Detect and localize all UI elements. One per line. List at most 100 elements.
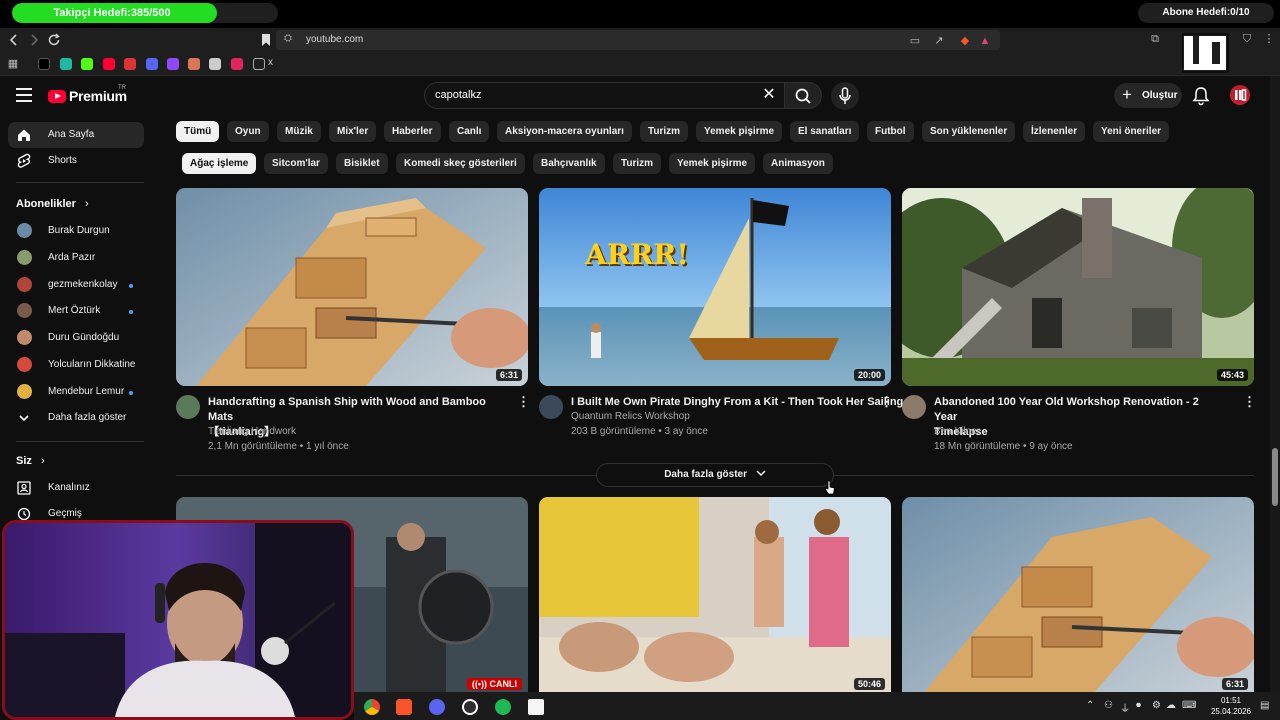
filter-chip[interactable]: Mix'ler: [329, 121, 377, 142]
filter-chip[interactable]: Komedi skeç gösterileri: [396, 153, 525, 174]
system-clock[interactable]: 01:51 25.04.2026: [1204, 695, 1258, 717]
tray-app-icon[interactable]: ⚙: [1152, 700, 1161, 711]
site-info-icon[interactable]: ⛭: [284, 33, 292, 44]
chatgpt-bookmark-icon[interactable]: [209, 58, 221, 70]
clear-search-icon[interactable]: ✕: [759, 85, 779, 105]
bookmark-icon[interactable]: [258, 32, 274, 48]
channel-avatar[interactable]: [539, 395, 563, 419]
video-thumbnail[interactable]: ARRR! 20:00: [539, 188, 891, 386]
channel-name[interactable]: Tianliang Handwork: [208, 424, 296, 439]
keyboard-tray-icon[interactable]: ⌨: [1182, 700, 1196, 711]
create-button[interactable]: + Oluştur: [1114, 83, 1182, 108]
show-more-button[interactable]: Daha fazla göster: [596, 463, 834, 487]
notepad-taskbar-icon[interactable]: [528, 699, 544, 715]
account-avatar[interactable]: [1230, 85, 1250, 105]
spotify-taskbar-icon[interactable]: [495, 699, 511, 715]
bookmark-icon-10[interactable]: [231, 58, 243, 70]
filter-chip[interactable]: Yemek pişirme: [696, 121, 783, 142]
discord-bookmark-icon[interactable]: [146, 58, 158, 70]
channel-name[interactable]: Quantum Relics Workshop: [571, 409, 690, 424]
forward-icon[interactable]: [26, 32, 42, 48]
filter-chip[interactable]: Turizm: [613, 153, 662, 174]
x-bookmark-icon[interactable]: [38, 58, 50, 70]
youtube-bookmark-icon[interactable]: [103, 58, 115, 70]
bookmark-icon-2[interactable]: [60, 58, 72, 70]
video-thumbnail[interactable]: 6:31: [176, 188, 528, 386]
tab-search-icon[interactable]: ⧉: [1148, 32, 1162, 46]
subscription-item[interactable]: Mert Öztürk: [8, 298, 144, 324]
kick-bookmark-icon[interactable]: [81, 58, 93, 70]
menu-icon[interactable]: ⋮: [1262, 32, 1276, 46]
search-button[interactable]: [784, 82, 822, 109]
brave-taskbar-icon[interactable]: [396, 699, 412, 715]
video-thumbnail[interactable]: 45:43: [902, 188, 1254, 386]
twitch-bookmark-icon[interactable]: [167, 58, 179, 70]
claude-bookmark-icon[interactable]: [188, 58, 200, 70]
video-thumbnail[interactable]: 50:46: [539, 497, 891, 695]
microphone-tray-icon[interactable]: ⏺: [1136, 700, 1141, 711]
notifications-bell-icon[interactable]: [1192, 86, 1210, 106]
bookmark-label[interactable]: x: [268, 57, 273, 68]
chrome-taskbar-icon[interactable]: [364, 699, 380, 715]
filter-chip[interactable]: Bisiklet: [336, 153, 388, 174]
page-scrollbar[interactable]: [1270, 76, 1280, 692]
channel-name[interactable]: Ben Kilner: [934, 424, 980, 439]
subscription-item[interactable]: Yolcuların Dikkatine: [8, 352, 144, 378]
video-title[interactable]: I Built Me Own Pirate Dinghy From a Kit …: [571, 395, 903, 410]
channel-avatar[interactable]: [902, 395, 926, 419]
folder-bookmark-icon[interactable]: [253, 58, 265, 70]
tray-app-icon[interactable]: ⏚: [1120, 700, 1130, 715]
video-options-icon[interactable]: ⋮: [517, 394, 530, 410]
reload-icon[interactable]: [46, 32, 62, 48]
subscriptions-heading[interactable]: Abonelikler ›: [16, 198, 89, 210]
address-bar[interactable]: ⛭ youtube.com ▭ ↗ ◆ ▲: [276, 30, 1000, 50]
video-options-icon[interactable]: ⋮: [1243, 394, 1256, 410]
video-options-icon[interactable]: ⋮: [880, 394, 893, 410]
obs-taskbar-icon[interactable]: [462, 699, 478, 715]
filter-chip[interactable]: Futbol: [867, 121, 914, 142]
sidebar-item-home[interactable]: Ana Sayfa: [8, 122, 144, 148]
filter-chip[interactable]: Oyun: [227, 121, 269, 142]
filter-chip[interactable]: Turizm: [640, 121, 689, 142]
video-thumbnail[interactable]: 6:31: [902, 497, 1254, 695]
voice-search-button[interactable]: [831, 82, 859, 110]
apps-grid-icon[interactable]: ▦: [6, 57, 20, 71]
discord-taskbar-icon[interactable]: [429, 699, 445, 715]
rewards-icon[interactable]: ▲: [978, 34, 992, 48]
filter-chip[interactable]: Yemek pişirme: [669, 153, 756, 174]
filter-chip[interactable]: Sitcom'lar: [264, 153, 328, 174]
filter-chip[interactable]: Animasyon: [763, 153, 833, 174]
share-icon[interactable]: ↗: [932, 34, 946, 48]
channel-avatar[interactable]: [176, 395, 200, 419]
scrollbar-thumb[interactable]: [1272, 448, 1278, 506]
filter-chip[interactable]: Son yüklenenler: [922, 121, 1016, 142]
filter-chip[interactable]: Tümü: [176, 121, 220, 142]
filter-chip[interactable]: Haberler: [384, 121, 441, 142]
cast-icon[interactable]: ▭: [908, 34, 922, 48]
sidebar-item-shorts[interactable]: Shorts: [8, 148, 144, 174]
subscription-item[interactable]: Arda Pazır: [8, 245, 144, 271]
filter-chip[interactable]: Ağaç işleme: [182, 153, 257, 174]
you-heading[interactable]: Siz ›: [16, 455, 45, 467]
filter-chip[interactable]: Yeni öneriler: [1093, 121, 1170, 142]
tray-expand-icon[interactable]: ⌃: [1086, 700, 1094, 711]
guide-menu-icon[interactable]: [16, 88, 32, 102]
tray-app-icon[interactable]: ☁: [1166, 700, 1176, 711]
notifications-tray-icon[interactable]: ▤: [1260, 700, 1269, 711]
filter-chip[interactable]: Bahçıvanlık: [533, 153, 605, 174]
vpn-shield-icon[interactable]: ⛉: [1240, 32, 1254, 46]
filter-chip[interactable]: İzlenenler: [1023, 121, 1086, 142]
filter-chip[interactable]: Canlı: [449, 121, 490, 142]
filter-chip[interactable]: Aksiyon-macera oyunları: [497, 121, 632, 142]
filter-chip[interactable]: Müzik: [277, 121, 321, 142]
brave-shield-icon[interactable]: ◆: [958, 34, 972, 48]
back-icon[interactable]: [6, 32, 22, 48]
subscription-item[interactable]: Duru Gündoğdu: [8, 325, 144, 351]
subscription-item[interactable]: Mendebur Lemur: [8, 379, 144, 405]
filter-chip[interactable]: El sanatları: [790, 121, 860, 142]
youtube-logo[interactable]: Premium TR: [48, 85, 127, 105]
search-input[interactable]: capotalkz ✕: [424, 82, 786, 109]
gmail-bookmark-icon[interactable]: [124, 58, 136, 70]
sidebar-item-your-channel[interactable]: Kanalınız: [8, 475, 144, 501]
subscription-item[interactable]: Burak Durgun: [8, 218, 144, 244]
